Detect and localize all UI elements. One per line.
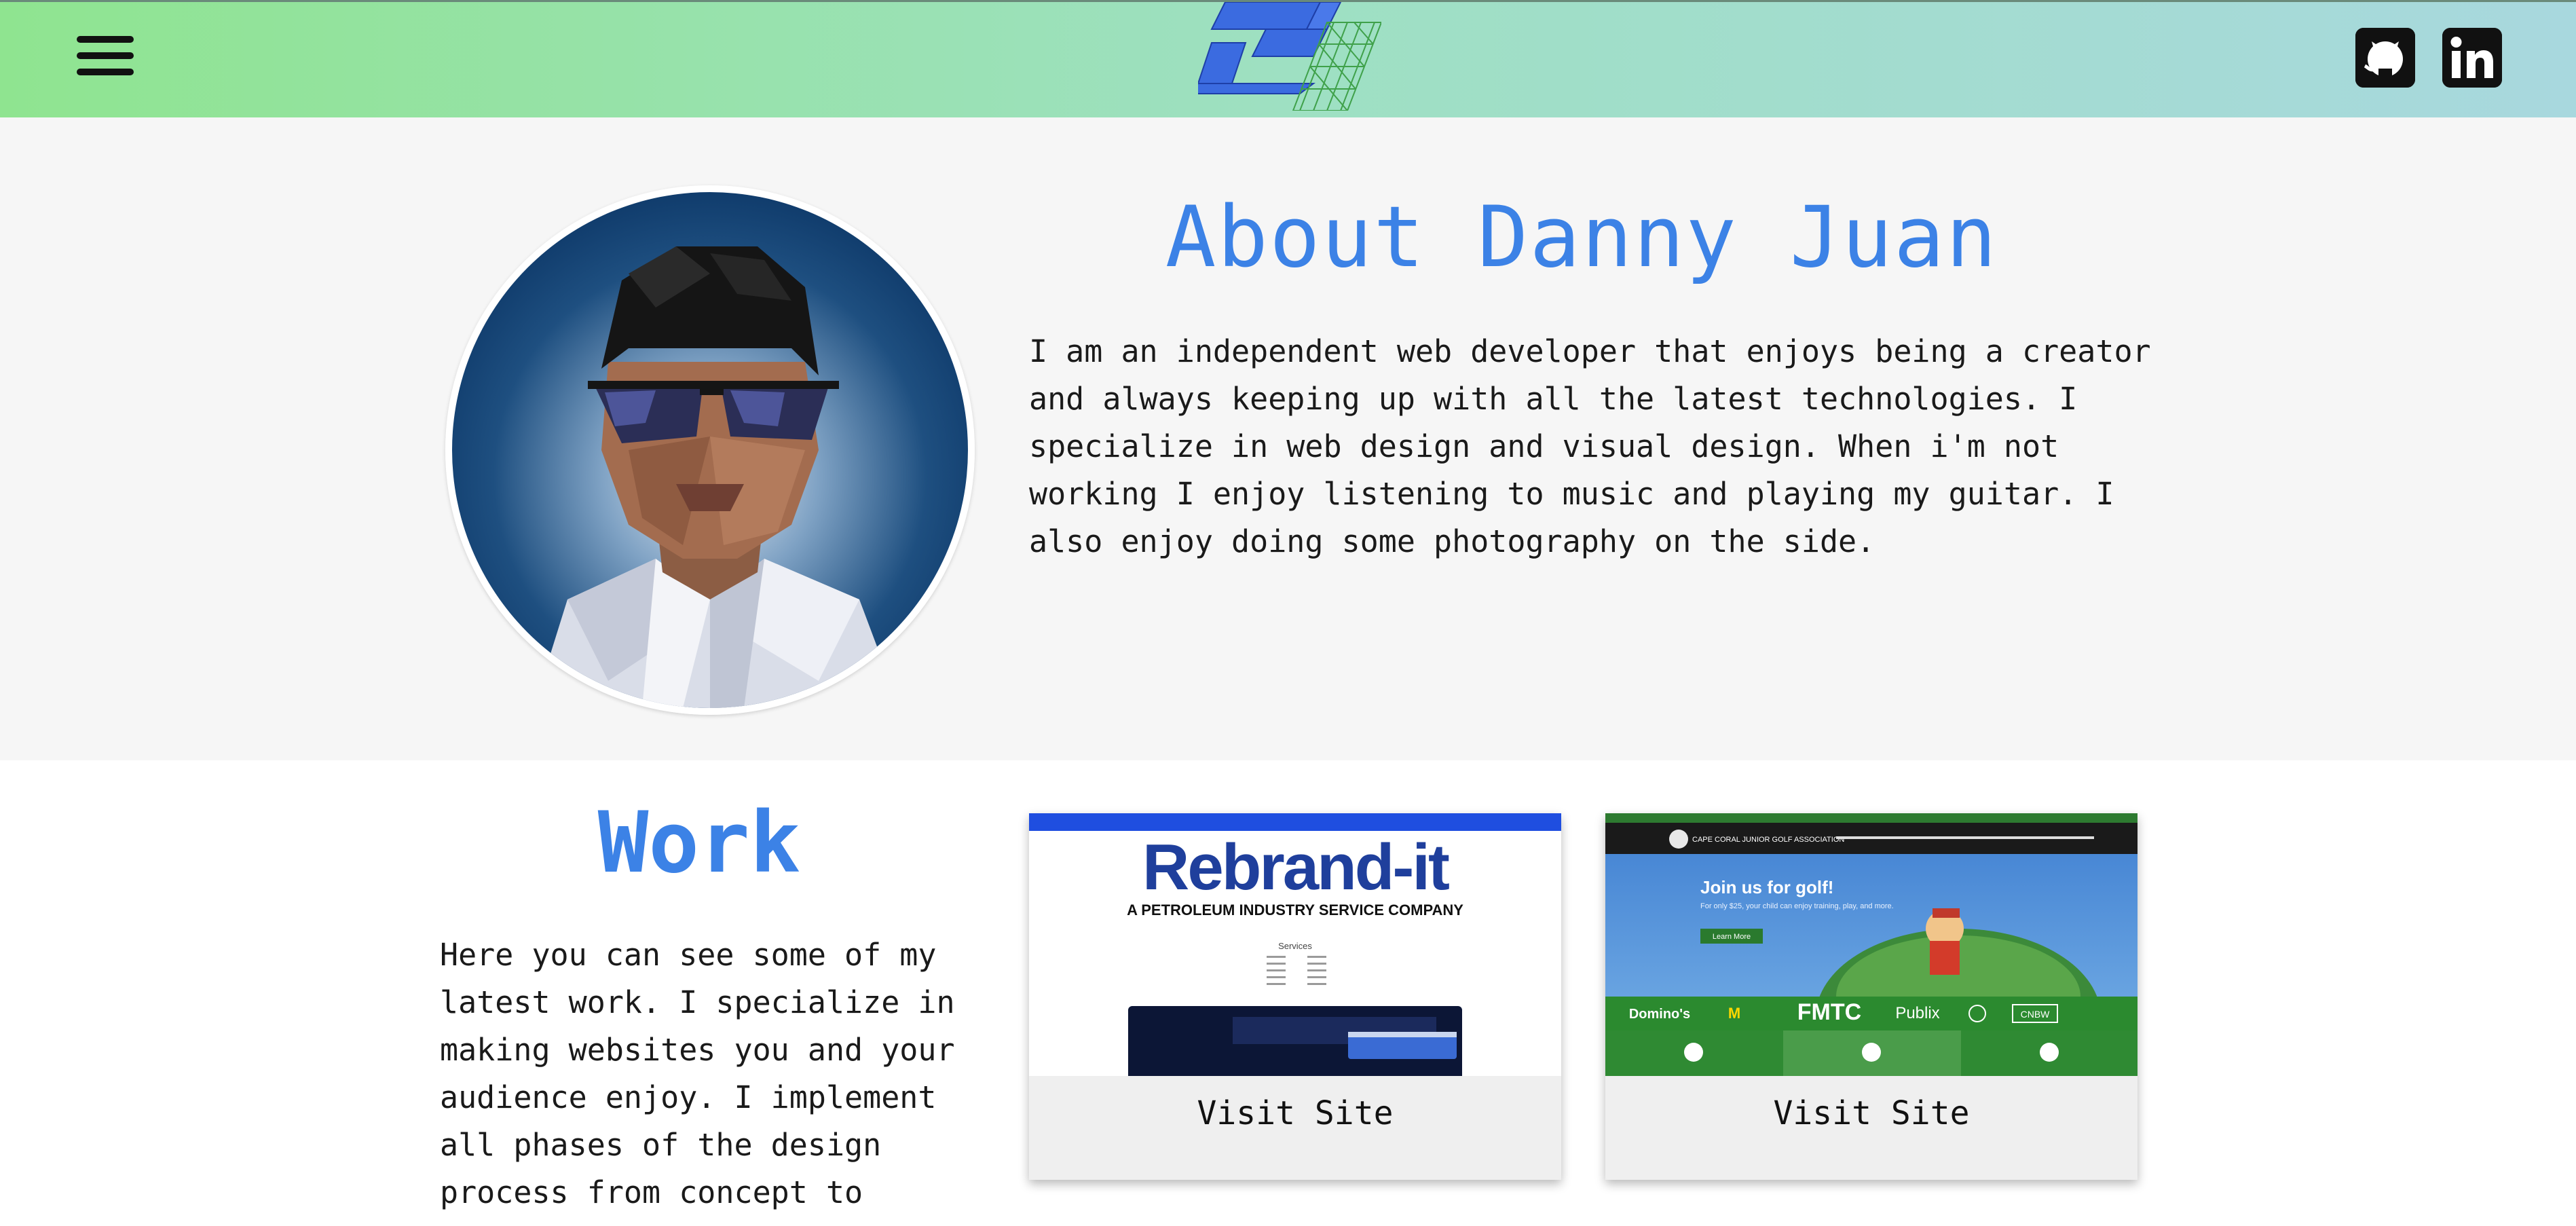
project-card-cape-coral-golf[interactable]: CAPE CORAL JUNIOR GOLF ASSOCIATION Join … xyxy=(1605,813,2138,1180)
about-description: I am an independent web developer that e… xyxy=(1029,333,2151,559)
golf-hero-title: Join us for golf! xyxy=(1700,877,1833,897)
sponsor-publix: Publix xyxy=(1895,1004,1939,1022)
golf-learn-more-button: Learn More xyxy=(1713,933,1751,941)
visit-site-button[interactable]: Visit Site xyxy=(1605,1076,2138,1180)
work-description: Here you can see some of my latest work.… xyxy=(440,937,955,1226)
project-card-rebrand-it[interactable]: Rebrand-it A PETROLEUM INDUSTRY SERVICE … xyxy=(1029,813,1561,1180)
rebrand-logo-text: Rebrand-it xyxy=(1142,831,1449,904)
site-logo[interactable] xyxy=(1190,1,1383,111)
golf-brand-text: CAPE CORAL JUNIOR GOLF ASSOCIATION xyxy=(1692,836,1844,844)
golf-hero-text: For only $25, your child can enjoy train… xyxy=(1700,902,1894,910)
github-icon[interactable] xyxy=(2355,28,2415,88)
visit-site-button[interactable]: Visit Site xyxy=(1029,1076,1561,1180)
profile-avatar xyxy=(445,185,975,715)
svg-text:M: M xyxy=(1728,1005,1740,1022)
hamburger-menu-icon[interactable] xyxy=(77,36,134,75)
project-thumbnail-cape-coral-golf: CAPE CORAL JUNIOR GOLF ASSOCIATION Join … xyxy=(1605,813,2138,1076)
sponsor-cnbw: CNBW xyxy=(2021,1009,2051,1020)
sponsor-fmtc: FMTC xyxy=(1797,999,1861,1025)
rebrand-tagline: A PETROLEUM INDUSTRY SERVICE COMPANY xyxy=(1127,902,1463,918)
site-header xyxy=(0,0,2576,117)
work-title: Work xyxy=(597,794,801,892)
rebrand-services-heading: Services xyxy=(1278,941,1312,951)
about-title: About Danny Juan xyxy=(1165,189,1998,286)
about-section: About Danny Juan I am an independent web… xyxy=(0,117,2576,760)
sponsor-dominos: Domino's xyxy=(1629,1007,1690,1022)
project-thumbnail-rebrand-it: Rebrand-it A PETROLEUM INDUSTRY SERVICE … xyxy=(1029,813,1561,1076)
linkedin-icon[interactable] xyxy=(2442,28,2502,88)
work-section: Work Here you can see some of my latest … xyxy=(0,760,2576,1226)
